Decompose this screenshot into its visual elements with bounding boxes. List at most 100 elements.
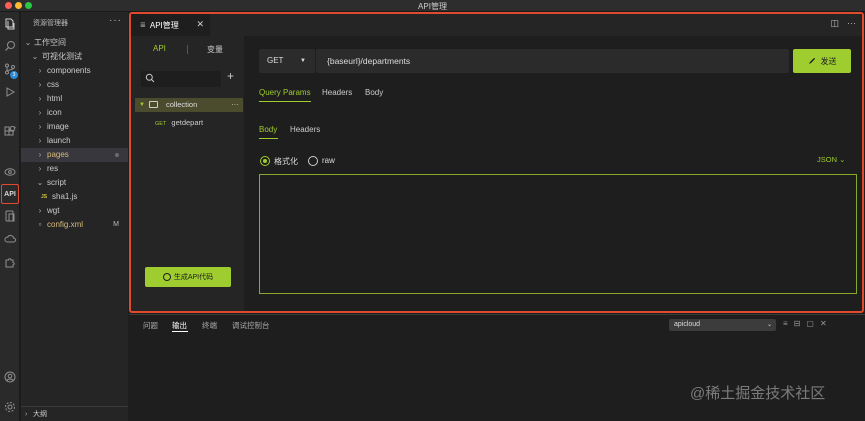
- response-body-editor[interactable]: [259, 174, 857, 294]
- chevron-right-icon: ›: [38, 164, 42, 173]
- copy-icon[interactable]: ▢: [806, 319, 814, 328]
- lock-icon[interactable]: ⊟: [794, 319, 801, 328]
- method-select[interactable]: GET ▼: [259, 49, 315, 73]
- caret-down-icon: ▼: [139, 102, 145, 108]
- chevron-down-icon: ⌄: [839, 155, 846, 164]
- cloud-icon[interactable]: [0, 229, 20, 249]
- tree-item-sha1js[interactable]: JS sha1.js: [21, 190, 128, 204]
- explorer-sidebar: 资源管理器 ··· ⌄ 工作空间 ⌄ 可视化测试 › components › …: [21, 12, 128, 421]
- tab-underline: [259, 138, 278, 139]
- format-radio[interactable]: [260, 156, 270, 166]
- run-debug-icon[interactable]: [0, 82, 20, 102]
- raw-radio[interactable]: [308, 156, 318, 166]
- modified-dot: [115, 153, 119, 157]
- segment-api[interactable]: API: [153, 44, 166, 53]
- request-method-badge: GET: [155, 121, 167, 127]
- api-manager-panel: ≣ API管理 ✕ ◫ ··· API 变量 + ▼ collection ··…: [129, 12, 864, 313]
- segment-variables[interactable]: 变量: [207, 44, 223, 55]
- tab-body[interactable]: Body: [365, 88, 383, 97]
- output-channel-select[interactable]: apicloud ⌄: [669, 319, 776, 331]
- tab-query-params[interactable]: Query Params: [259, 88, 311, 97]
- list-icon[interactable]: ≡: [783, 319, 788, 328]
- content-type-select[interactable]: JSON ⌄: [817, 155, 845, 164]
- collection-row[interactable]: ▼ collection ···: [135, 98, 243, 112]
- tab-actions: ◫ ···: [830, 18, 856, 29]
- tree-label: css: [47, 80, 59, 89]
- tab-debug-console[interactable]: 调试控制台: [232, 320, 270, 331]
- tree-item-pages[interactable]: › pages: [21, 148, 128, 162]
- split-editor-icon[interactable]: ◫: [830, 18, 839, 29]
- explorer-header: 资源管理器: [33, 20, 68, 27]
- tab-terminal[interactable]: 终端: [202, 320, 217, 331]
- tree-item-config[interactable]: ▫ config.xml M: [21, 218, 128, 232]
- tree-label: components: [47, 66, 91, 75]
- files-icon[interactable]: [0, 14, 20, 34]
- tab-response-body[interactable]: Body: [259, 125, 277, 134]
- search-icon[interactable]: [0, 36, 20, 56]
- tree-label: sha1.js: [52, 192, 78, 201]
- plugins-icon[interactable]: [0, 252, 20, 272]
- folder-icon: [149, 101, 158, 108]
- request-item[interactable]: GET getdepart: [155, 116, 203, 131]
- close-icon[interactable]: ✕: [820, 319, 827, 328]
- tab-output[interactable]: 输出: [172, 320, 187, 331]
- url-input[interactable]: {baseurl}/departments: [316, 49, 789, 73]
- tab-headers[interactable]: Headers: [322, 88, 352, 97]
- tree-label: pages: [47, 150, 69, 159]
- preview-icon[interactable]: [0, 162, 20, 182]
- chevron-right-icon: ›: [38, 108, 42, 117]
- collection-search-input[interactable]: [141, 71, 221, 87]
- tree-item-script[interactable]: ⌄ script: [21, 176, 128, 190]
- tab-api-manager[interactable]: ≣ API管理 ✕: [131, 14, 210, 36]
- collection-more-button[interactable]: ···: [231, 98, 239, 112]
- add-collection-button[interactable]: +: [227, 69, 234, 83]
- account-icon[interactable]: [0, 367, 20, 387]
- source-control-icon[interactable]: 3: [0, 59, 20, 79]
- tab-response-headers[interactable]: Headers: [290, 125, 320, 134]
- settings-icon[interactable]: [0, 397, 20, 417]
- devices-icon[interactable]: [0, 206, 20, 226]
- close-icon[interactable]: ✕: [196, 19, 204, 30]
- tree-workspace[interactable]: ⌄ 工作空间: [21, 36, 128, 50]
- file-icon: ≣: [140, 22, 146, 29]
- chevron-down-icon: ⌄: [31, 52, 39, 61]
- tree-label: res: [47, 164, 59, 173]
- output-channel-value: apicloud: [674, 321, 701, 328]
- tree-item-html[interactable]: › html: [21, 92, 128, 106]
- send-button[interactable]: 发送: [793, 49, 851, 73]
- rocket-icon: [808, 58, 815, 64]
- tree-item-components[interactable]: › components: [21, 64, 128, 78]
- more-actions-icon[interactable]: ···: [847, 18, 856, 29]
- tree-item-wgt[interactable]: › wgt: [21, 204, 128, 218]
- tree-label: config.xml: [47, 220, 84, 229]
- chevron-right-icon: ›: [25, 411, 28, 418]
- tab-underline: [259, 101, 311, 102]
- chevron-right-icon: ›: [38, 122, 42, 131]
- tree-item-res[interactable]: › res: [21, 162, 128, 176]
- editor-area: ≣ API管理 ✕ ◫ ··· API 变量 + ▼ collection ··…: [129, 12, 865, 421]
- chevron-down-icon: ⌄: [36, 178, 44, 187]
- tree-item-icon[interactable]: › icon: [21, 106, 128, 120]
- outline-section[interactable]: › 大纲: [21, 406, 128, 421]
- chevron-right-icon: ›: [38, 150, 42, 159]
- api-icon[interactable]: API: [1, 184, 19, 204]
- generate-api-code-button[interactable]: 生成API代码: [145, 267, 231, 287]
- outline-label: 大纲: [33, 411, 47, 418]
- explorer-more-button[interactable]: ···: [109, 15, 122, 26]
- code-icon: [162, 273, 171, 281]
- tree-project[interactable]: ⌄ 可视化测试: [21, 50, 128, 64]
- tree-item-image[interactable]: › image: [21, 120, 128, 134]
- tree-label: script: [47, 178, 67, 187]
- chevron-right-icon: ›: [38, 94, 42, 103]
- xml-file-icon: ▫: [38, 220, 42, 229]
- caret-down-icon: ▼: [300, 58, 306, 64]
- content-type-value: JSON: [817, 155, 838, 164]
- chevron-right-icon: ›: [38, 80, 42, 89]
- tree-item-css[interactable]: › css: [21, 78, 128, 92]
- extensions-icon[interactable]: [0, 122, 20, 142]
- format-radio-label: 格式化: [274, 157, 298, 166]
- window-titlebar: API管理: [0, 0, 865, 12]
- tab-problems[interactable]: 问题: [143, 320, 158, 331]
- tree-item-launch[interactable]: › launch: [21, 134, 128, 148]
- tree-label: 可视化测试: [42, 52, 82, 61]
